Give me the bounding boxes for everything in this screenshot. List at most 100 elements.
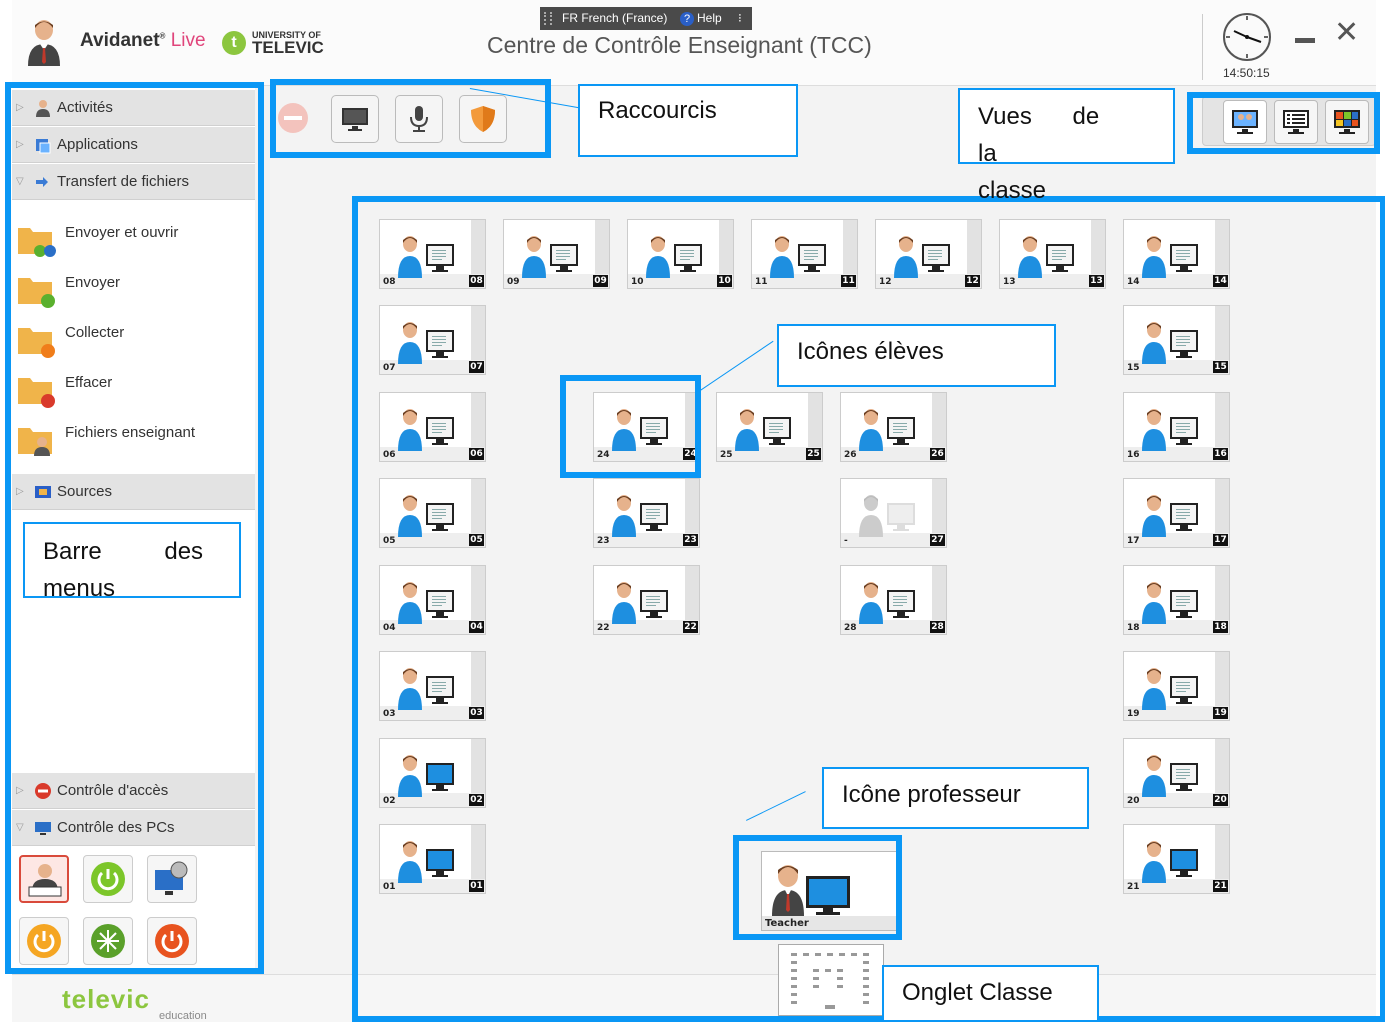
student-icon-16[interactable]: 16 16 — [1123, 392, 1230, 462]
student-seat-number: 05 — [469, 534, 484, 546]
envoyer-button[interactable]: Envoyer — [16, 264, 251, 312]
expand-arrow-icon: ▷ — [16, 139, 24, 150]
classroom-layout-thumbnail-icon — [791, 953, 869, 1009]
file-transfer-icon — [36, 177, 48, 187]
microphone-shortcut-button[interactable] — [395, 95, 443, 143]
student-seat-number: 02 — [469, 794, 484, 806]
help-button[interactable]: ? Help — [680, 7, 722, 30]
section-transfert-fichiers[interactable]: ▽ Transfert de fichiers — [12, 164, 255, 200]
section-applications[interactable]: ▷ Applications — [12, 127, 255, 163]
student-icon-09[interactable]: 09 09 — [503, 219, 610, 289]
section-controle-acces[interactable]: ▷ Contrôle d'accès — [12, 773, 255, 809]
expand-arrow-icon: ▷ — [16, 486, 24, 497]
section-label: Activités — [57, 99, 113, 116]
student-pc-icon — [398, 322, 454, 364]
file-item-label: Fichiers enseignant — [65, 424, 196, 441]
student-icon-11[interactable]: 11 11 — [751, 219, 858, 289]
power-on-button[interactable] — [83, 855, 133, 903]
student-pc-icon — [398, 236, 454, 278]
screen-shortcut-button[interactable] — [331, 95, 379, 143]
student-icon-24[interactable]: 24 24 — [593, 392, 700, 462]
grip-handle-icon[interactable] — [544, 12, 552, 25]
student-icon-01[interactable]: 01 01 — [379, 824, 486, 894]
student-icon-18[interactable]: 18 18 — [1123, 565, 1230, 635]
university-text: UNIVERSITY OF TELEVIC — [252, 31, 324, 57]
view-list-button[interactable] — [1274, 100, 1318, 144]
student-side-strip — [471, 566, 485, 626]
minimize-button[interactable] — [1295, 26, 1315, 46]
student-side-strip — [595, 220, 609, 280]
callout-barre-menus: Barre des menus — [23, 522, 241, 602]
student-icon-06[interactable]: 06 06 — [379, 392, 486, 462]
classroom-tab[interactable] — [778, 944, 884, 1016]
restart-button[interactable] — [83, 917, 133, 965]
teacher-icon-tile[interactable]: Teacher — [761, 851, 900, 931]
fichiers-enseignant-button[interactable]: Fichiers enseignant — [16, 414, 251, 462]
student-side-strip — [843, 220, 857, 280]
view-thumbnails-button[interactable] — [1325, 100, 1369, 144]
student-name-label: 07 — [383, 363, 396, 373]
student-name-label: - — [844, 536, 848, 546]
toolbar-overflow-icon[interactable]: ⁝ — [738, 7, 742, 30]
shield-shortcut-button[interactable] — [459, 95, 507, 143]
student-icon-25[interactable]: 25 25 — [716, 392, 823, 462]
student-pc-icon — [398, 668, 454, 710]
student-icon-23[interactable]: 23 23 — [593, 478, 700, 548]
student-icon-10[interactable]: 10 10 — [627, 219, 734, 289]
class-views-toolbar — [1202, 96, 1376, 146]
title-bar: Avidanet® Live t UNIVERSITY OF TELEVIC FR… — [12, 0, 1376, 86]
student-icon-20[interactable]: 20 20 — [1123, 738, 1230, 808]
student-seat-number: 22 — [683, 621, 698, 633]
student-icon-21[interactable]: 21 21 — [1123, 824, 1230, 894]
effacer-button[interactable]: Effacer — [16, 364, 251, 412]
standby-button[interactable] — [19, 917, 69, 965]
student-icon-03[interactable]: 03 03 — [379, 651, 486, 721]
view-students-button[interactable] — [1223, 100, 1267, 144]
close-button[interactable]: ✕ — [1334, 18, 1359, 48]
student-icon-05[interactable]: 05 05 — [379, 478, 486, 548]
student-icon-12[interactable]: 12 12 — [875, 219, 982, 289]
callout-barre-line1: Barre des — [43, 538, 204, 565]
student-seat-number: 08 — [469, 275, 484, 287]
activities-person-icon — [36, 100, 50, 117]
student-icon-17[interactable]: 17 17 — [1123, 478, 1230, 548]
student-icon-28[interactable]: 28 28 — [840, 565, 947, 635]
student-icon-26[interactable]: 26 26 — [840, 392, 947, 462]
student-icon-22[interactable]: 22 22 — [593, 565, 700, 635]
section-label: Contrôle d'accès — [57, 782, 169, 799]
student-pc-icon — [612, 409, 668, 451]
clock-time: 14:50:15 — [1223, 66, 1270, 80]
student-icon-19[interactable]: 19 19 — [1123, 651, 1230, 721]
student-side-strip — [932, 566, 946, 626]
callout-icones-eleves: Icônes élèves — [777, 324, 1056, 387]
student-name-label: 25 — [720, 450, 733, 460]
collecter-button[interactable]: Collecter — [16, 314, 251, 362]
expand-arrow-icon: ▷ — [16, 102, 24, 113]
shutdown-button[interactable] — [147, 917, 197, 965]
satellite-monitor-icon — [155, 861, 188, 895]
student-icon-13[interactable]: 13 13 — [999, 219, 1106, 289]
section-sources[interactable]: ▷ Sources — [12, 474, 255, 510]
student-icon-08[interactable]: 08 08 — [379, 219, 486, 289]
student-icon-15[interactable]: 15 15 — [1123, 305, 1230, 375]
remote-desktop-button[interactable] — [147, 855, 197, 903]
student-icon-02[interactable]: 02 02 — [379, 738, 486, 808]
student-side-strip — [471, 825, 485, 885]
student-icon-27[interactable]: - 27 — [840, 478, 947, 548]
student-pc-icon — [1142, 582, 1198, 624]
language-selector[interactable]: FR French (France) — [562, 7, 667, 30]
student-side-strip — [471, 652, 485, 712]
student-seat-number: 16 — [1213, 448, 1228, 460]
envoyer-et-ouvrir-button[interactable]: Envoyer et ouvrir — [16, 214, 251, 262]
logon-user-button[interactable] — [19, 855, 69, 903]
callout-vues-line2: classe — [978, 177, 1047, 204]
student-name-label: 09 — [507, 277, 520, 287]
student-icon-07[interactable]: 07 07 — [379, 305, 486, 375]
student-icon-14[interactable]: 14 14 — [1123, 219, 1230, 289]
student-pc-icon — [398, 582, 454, 624]
teacher-pc-icon — [772, 865, 850, 916]
student-name-label: 17 — [1127, 536, 1140, 546]
section-controle-pcs[interactable]: ▽ Contrôle des PCs — [12, 810, 255, 846]
student-icon-04[interactable]: 04 04 — [379, 565, 486, 635]
section-activites[interactable]: ▷ Activités — [12, 90, 255, 126]
